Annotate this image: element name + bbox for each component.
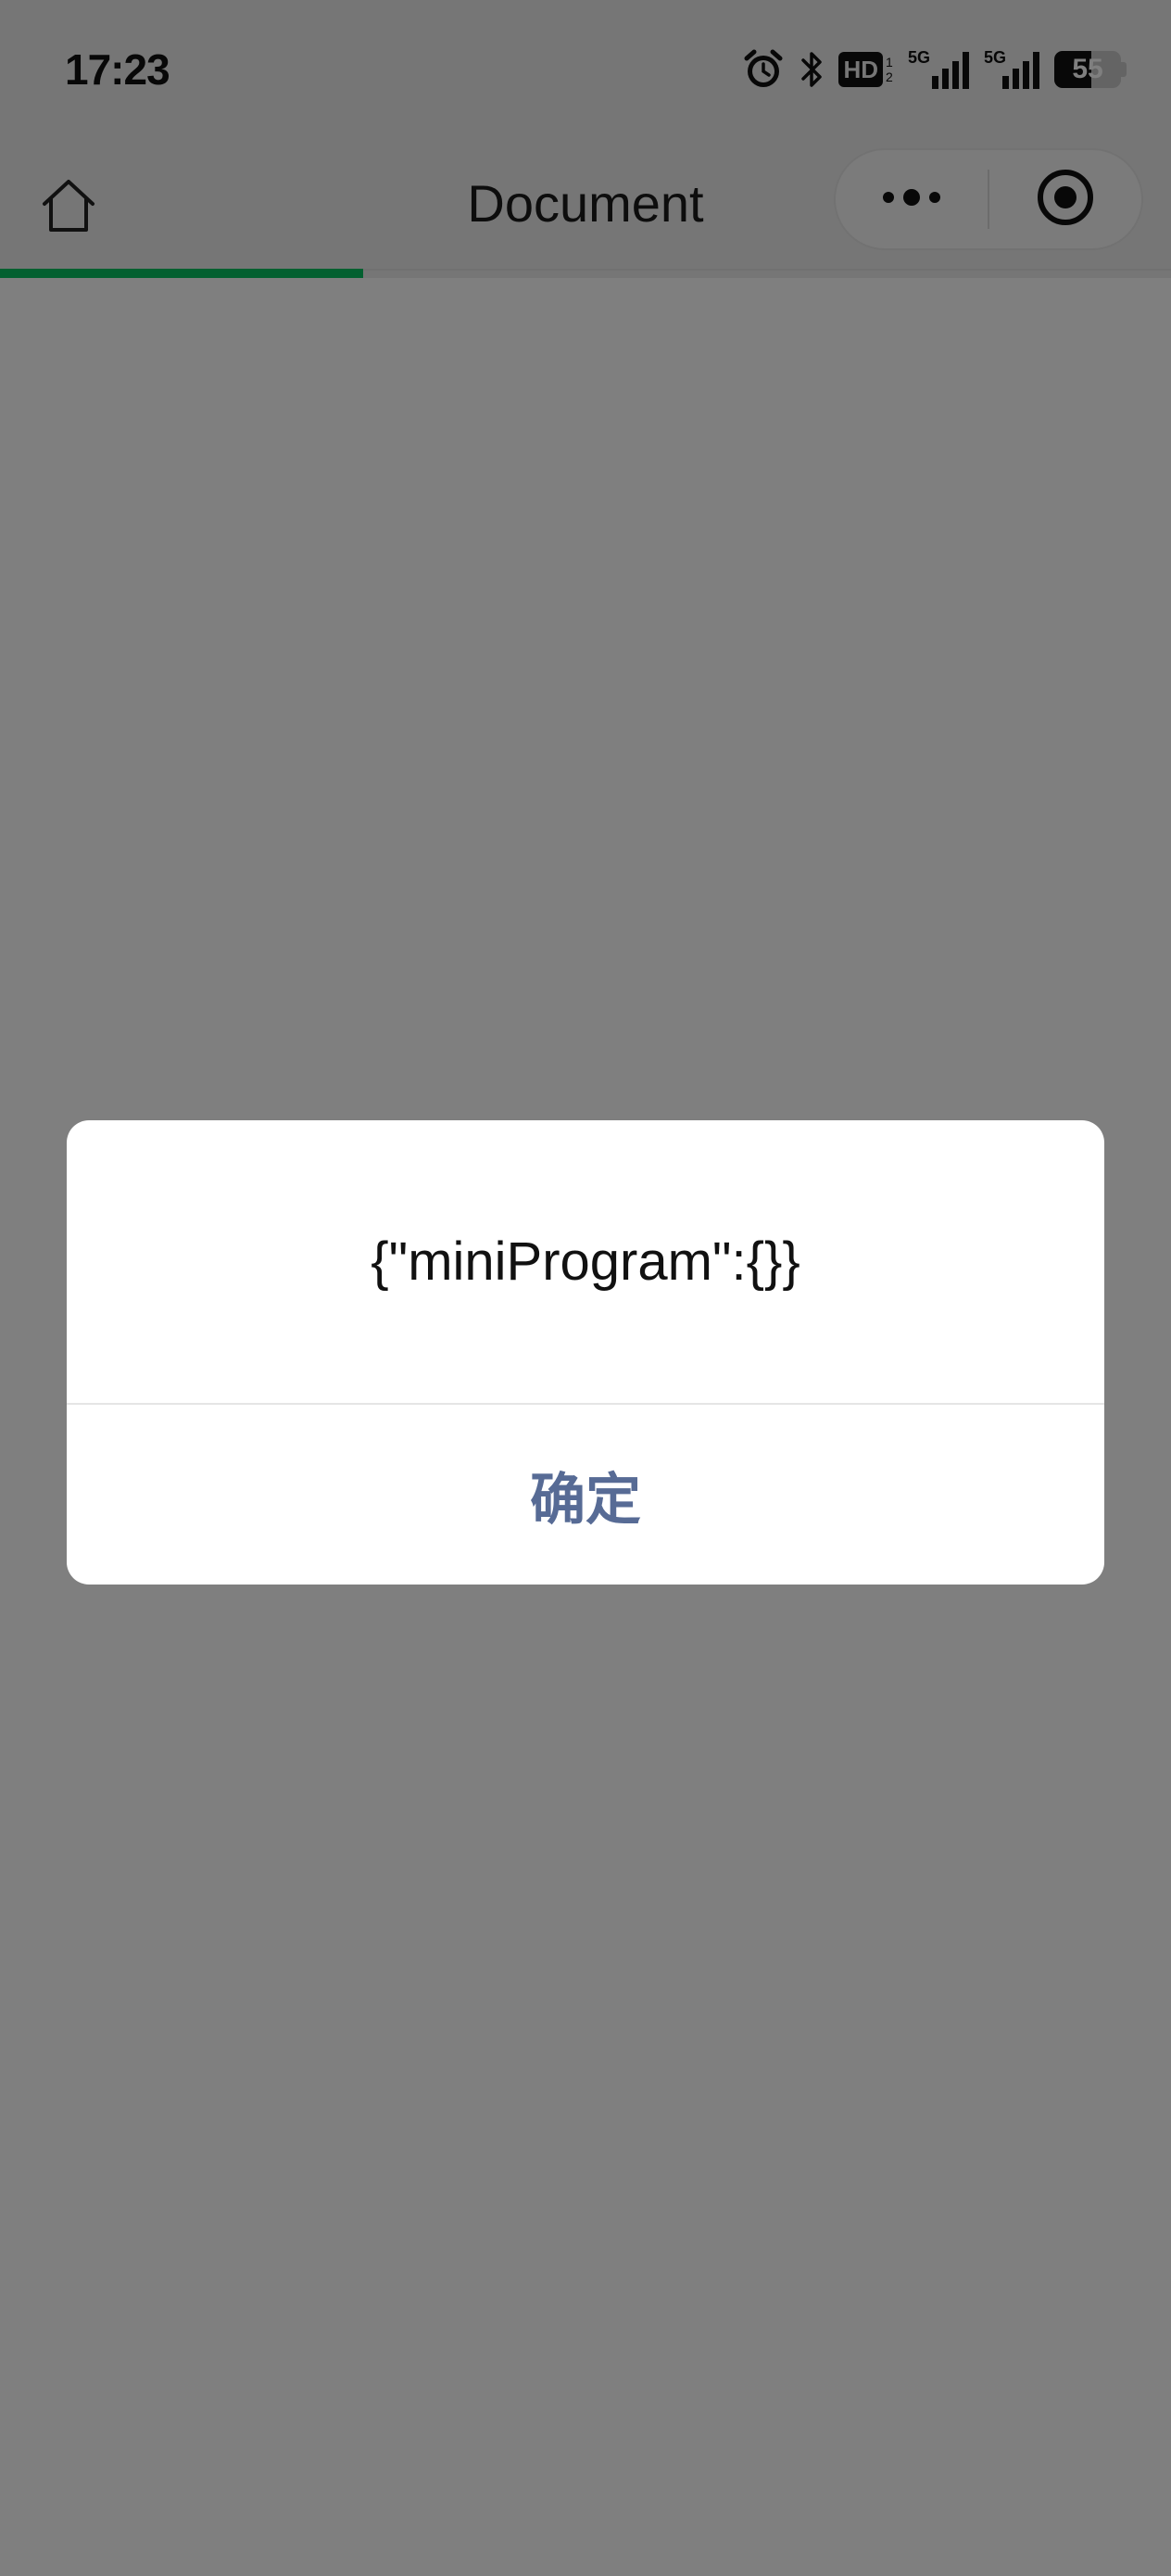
confirm-button[interactable]: 确定 (67, 1405, 1104, 1585)
modal-content: {"miniProgram":{}} (371, 1231, 800, 1292)
modal-dialog: {"miniProgram":{}} 确定 (67, 1120, 1104, 1585)
